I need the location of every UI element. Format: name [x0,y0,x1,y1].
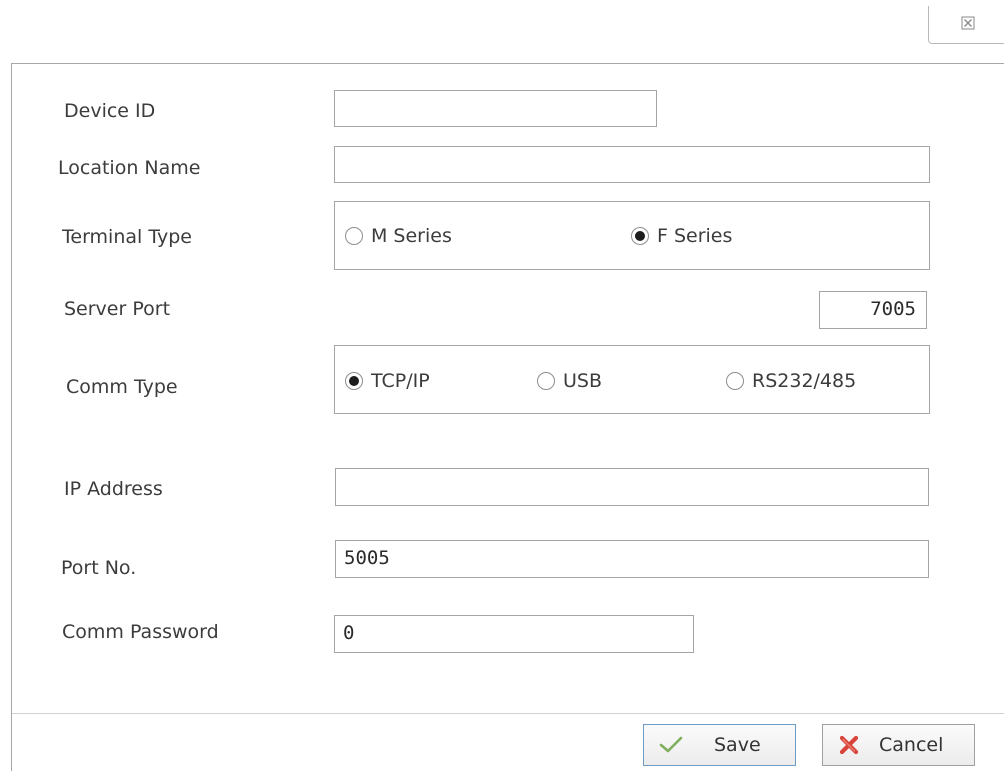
port-no-label: Port No. [61,557,137,579]
red-x-icon [839,735,859,755]
cancel-button-label: Cancel [879,734,944,756]
device-id-input[interactable] [334,90,657,127]
radio-usb[interactable]: USB [537,369,602,393]
location-name-label: Location Name [58,157,201,179]
save-button-label: Save [714,734,761,756]
radio-f-series[interactable]: F Series [631,224,732,248]
comm-type-label: Comm Type [66,376,178,398]
save-button[interactable]: Save [643,724,796,766]
radio-usb-indicator [537,372,555,390]
device-id-label: Device ID [64,100,156,122]
close-button[interactable] [928,6,1004,44]
radio-rs232-485[interactable]: RS232/485 [726,369,856,393]
radio-m-series[interactable]: M Series [345,224,452,248]
server-port-label: Server Port [64,298,171,320]
terminal-type-label: Terminal Type [62,226,192,248]
radio-rs232-485-indicator [726,372,744,390]
device-dialog: Device ID Location Name Terminal Type M … [0,0,1004,771]
location-name-input[interactable] [334,146,930,183]
checkmark-icon [659,736,683,753]
comm-password-label: Comm Password [62,621,219,643]
server-port-input[interactable]: 7005 [819,291,927,329]
radio-tcp-ip-label: TCP/IP [371,370,430,392]
ip-address-label: IP Address [64,478,163,500]
terminal-type-group: M Series F Series [334,201,930,270]
comm-password-input[interactable]: 0 [334,615,694,653]
footer-divider [12,713,1004,714]
comm-type-group: TCP/IP USB RS232/485 [334,345,930,414]
close-icon [961,16,975,30]
ip-address-input[interactable] [335,468,929,506]
radio-m-series-indicator [345,227,363,245]
radio-f-series-indicator [631,227,649,245]
cancel-button[interactable]: Cancel [822,724,975,766]
radio-rs232-485-label: RS232/485 [752,370,857,392]
radio-tcp-ip[interactable]: TCP/IP [345,369,430,393]
radio-f-series-label: F Series [657,225,733,247]
radio-tcp-ip-indicator [345,372,363,390]
radio-m-series-label: M Series [371,225,452,247]
dialog-panel: Device ID Location Name Terminal Type M … [11,63,1004,771]
radio-usb-label: USB [563,370,603,392]
port-no-input[interactable]: 5005 [335,540,929,578]
